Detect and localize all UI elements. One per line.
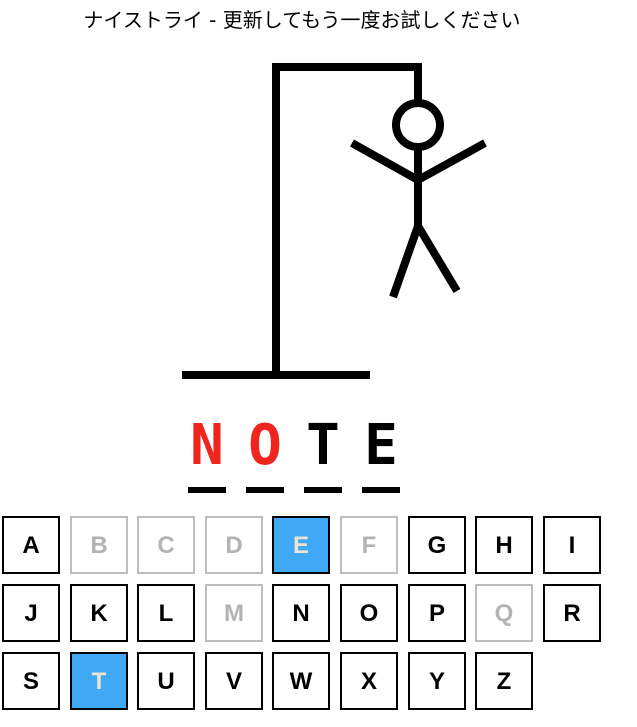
key-w[interactable]: W xyxy=(272,652,330,710)
word-slot: O xyxy=(244,415,286,493)
word-underline xyxy=(246,487,284,493)
key-j[interactable]: J xyxy=(2,584,60,642)
key-n[interactable]: N xyxy=(272,584,330,642)
key-g[interactable]: G xyxy=(408,516,466,574)
word-slot: N xyxy=(186,415,228,493)
word-letter: N xyxy=(190,413,224,478)
key-p[interactable]: P xyxy=(408,584,466,642)
key-t: T xyxy=(70,652,128,710)
word-underline xyxy=(362,487,400,493)
key-r[interactable]: R xyxy=(543,584,601,642)
key-i[interactable]: I xyxy=(543,516,601,574)
key-m: M xyxy=(205,584,263,642)
word-slot: E xyxy=(360,415,402,493)
hangman-drawing xyxy=(182,63,487,379)
key-s[interactable]: S xyxy=(2,652,60,710)
word-letter: T xyxy=(306,413,340,478)
key-e: E xyxy=(272,516,330,574)
key-f: F xyxy=(340,516,398,574)
word-display: NOTE xyxy=(186,415,426,495)
key-l[interactable]: L xyxy=(137,584,195,642)
key-b: B xyxy=(70,516,128,574)
word-underline xyxy=(304,487,342,493)
word-letter: O xyxy=(248,413,282,478)
key-v[interactable]: V xyxy=(205,652,263,710)
key-k[interactable]: K xyxy=(70,584,128,642)
key-x[interactable]: X xyxy=(340,652,398,710)
key-d: D xyxy=(205,516,263,574)
key-a[interactable]: A xyxy=(2,516,60,574)
figure-left-leg xyxy=(389,224,422,299)
word-slot: T xyxy=(302,415,344,493)
figure-head xyxy=(392,99,444,151)
key-c: C xyxy=(137,516,195,574)
key-q: Q xyxy=(475,584,533,642)
key-u[interactable]: U xyxy=(137,652,195,710)
key-z[interactable]: Z xyxy=(475,652,533,710)
key-y[interactable]: Y xyxy=(408,652,466,710)
key-o[interactable]: O xyxy=(340,584,398,642)
word-underline xyxy=(188,487,226,493)
key-h[interactable]: H xyxy=(475,516,533,574)
figure-right-leg xyxy=(414,223,461,294)
word-letter: E xyxy=(364,413,398,478)
